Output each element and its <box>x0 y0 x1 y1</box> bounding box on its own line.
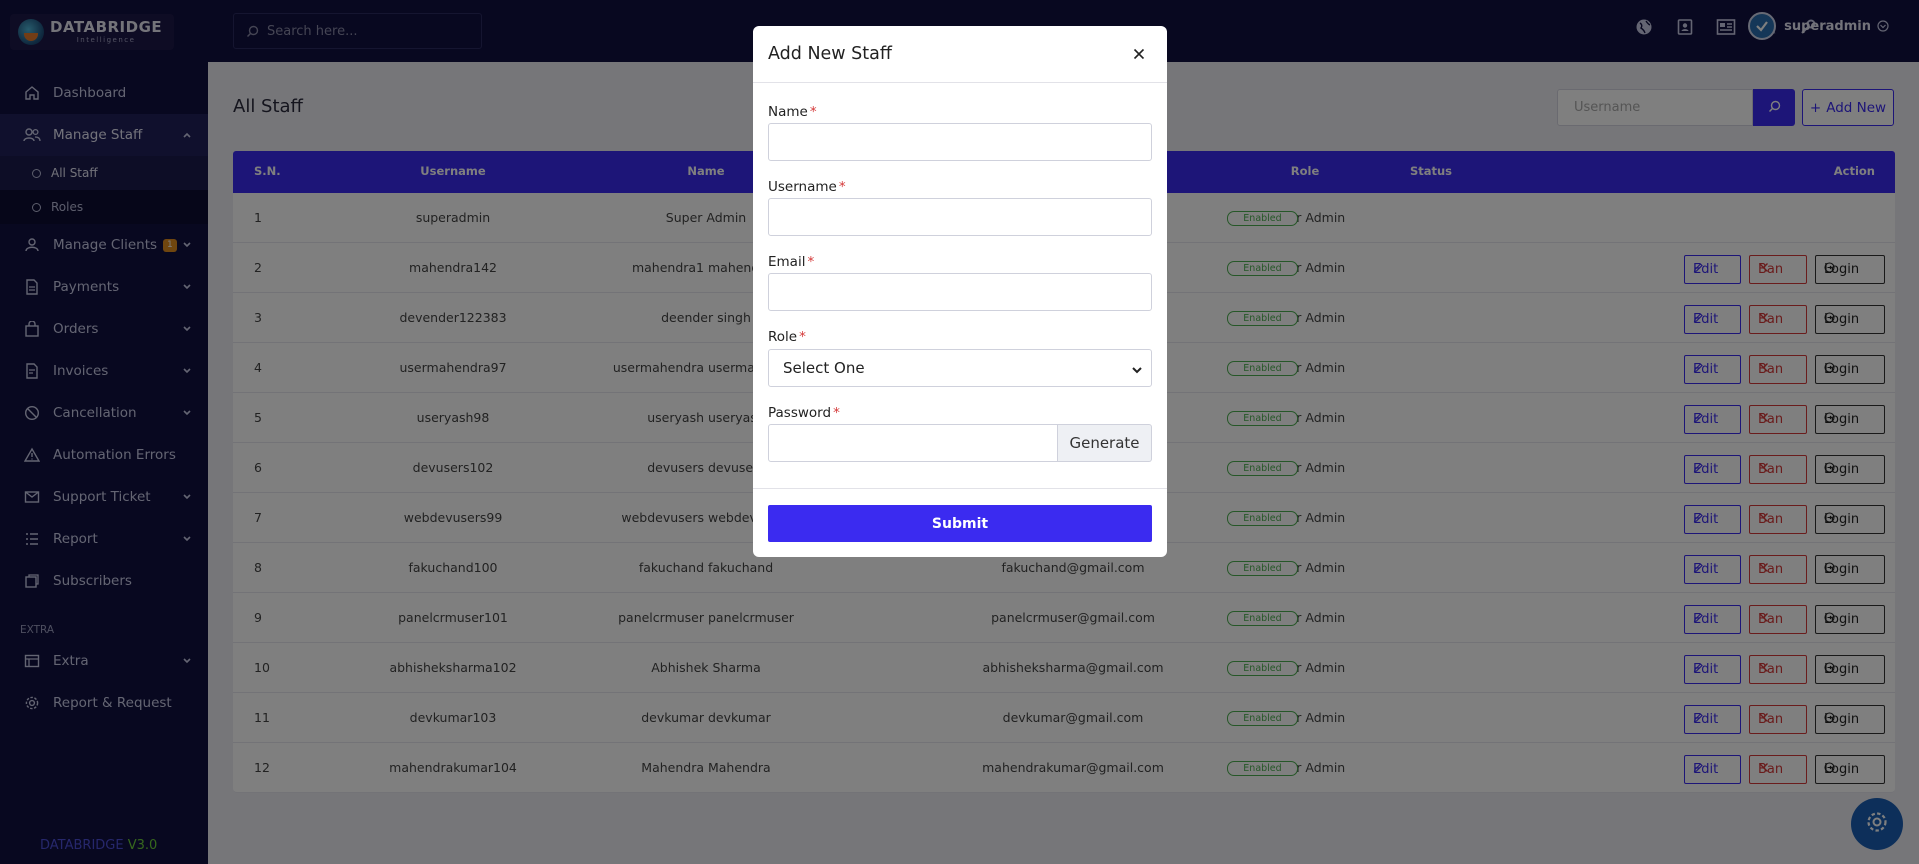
close-button[interactable] <box>1131 46 1147 62</box>
username-label: Username * <box>768 179 846 195</box>
generate-password-button[interactable]: Generate <box>1058 424 1152 462</box>
modal-header: Add New Staff <box>753 26 1167 83</box>
email-label: Email * <box>768 254 815 270</box>
add-staff-modal: Add New Staff Name * Username * Email * Rol… <box>753 26 1167 557</box>
required-mark: * <box>799 329 806 345</box>
password-label: Password * <box>768 405 840 421</box>
role-field-group: Role * Select One <box>768 326 1152 387</box>
close-icon <box>1133 45 1145 64</box>
name-input[interactable] <box>768 123 1152 161</box>
name-label: Name * <box>768 104 817 120</box>
chevron-down-icon <box>1131 362 1143 380</box>
email-input[interactable] <box>768 273 1152 311</box>
required-mark: * <box>809 104 817 120</box>
modal-title: Add New Staff <box>768 44 892 64</box>
name-field-group: Name * <box>768 101 1152 161</box>
role-select-value: Select One <box>783 359 865 377</box>
required-mark: * <box>833 405 840 421</box>
username-input[interactable] <box>768 198 1152 236</box>
password-field-group: Password * Generate <box>768 402 1152 462</box>
required-mark: * <box>838 179 846 195</box>
password-input[interactable] <box>768 424 1058 462</box>
username-field-group: Username * <box>768 176 1152 236</box>
required-mark: * <box>807 254 815 270</box>
role-label: Role * <box>768 329 806 345</box>
email-field-group: Email * <box>768 251 1152 311</box>
modal-divider <box>753 488 1167 489</box>
submit-button[interactable]: Submit <box>768 505 1152 542</box>
role-select[interactable]: Select One <box>768 349 1152 387</box>
